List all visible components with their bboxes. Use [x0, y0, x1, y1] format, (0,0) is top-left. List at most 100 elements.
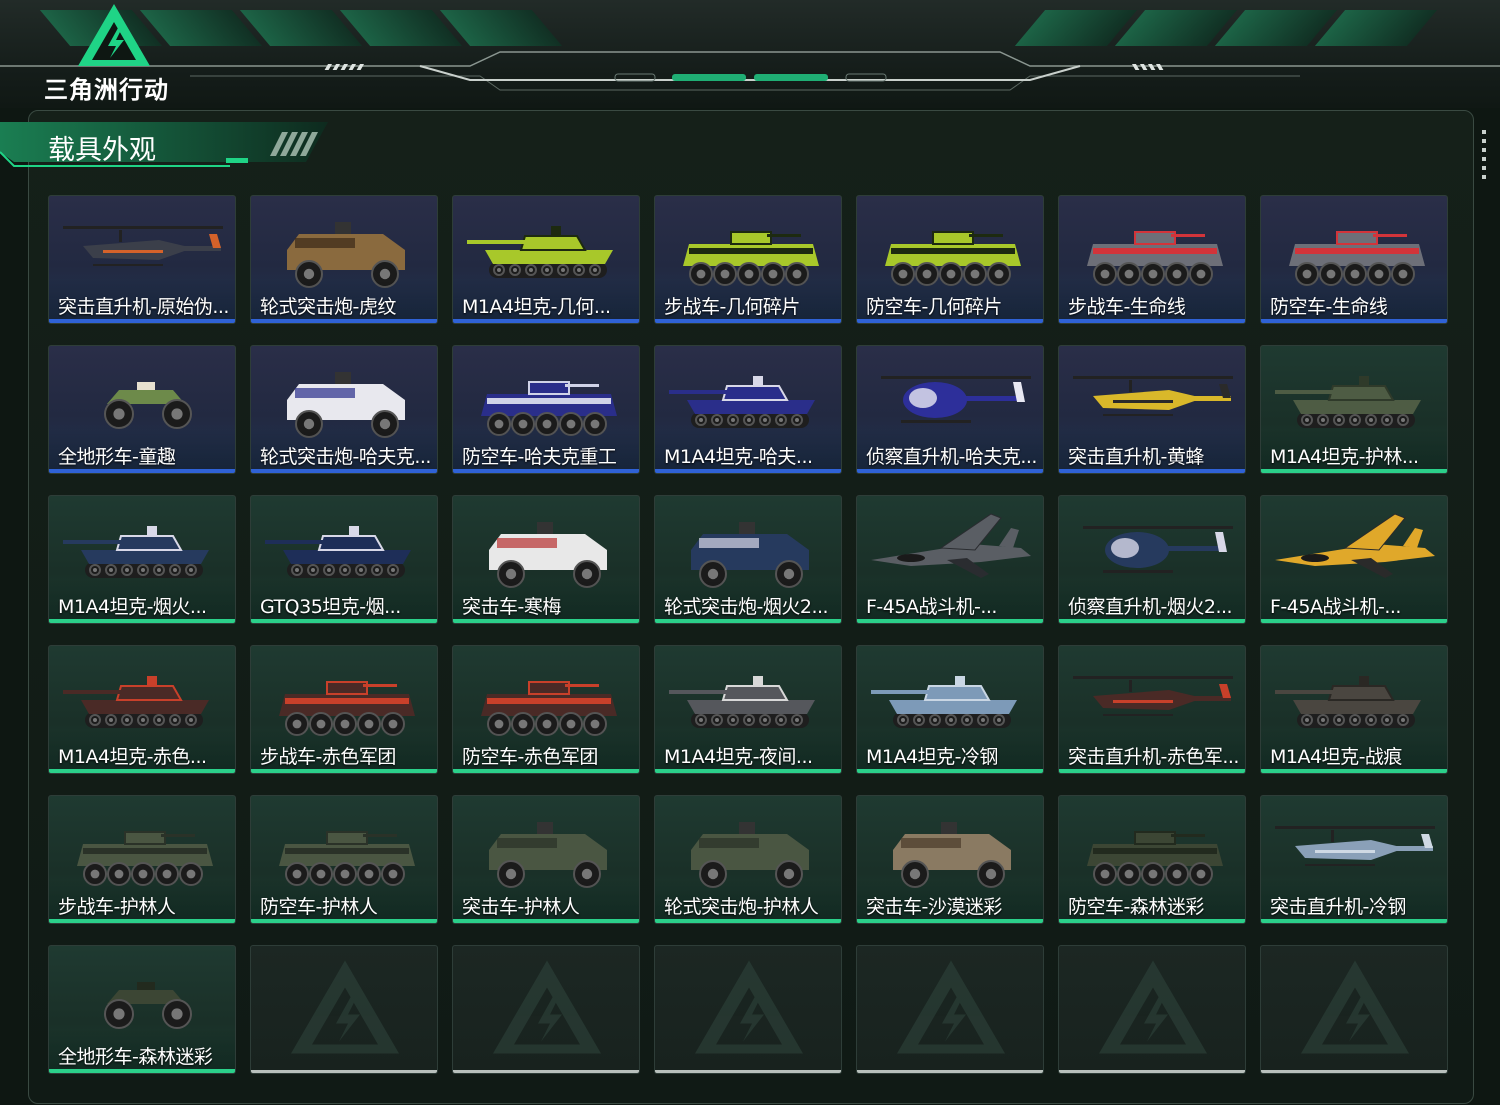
vehicle-skin-card[interactable]: M1A4坦克-赤色... — [48, 645, 236, 774]
vehicle-skin-card[interactable]: M1A4坦克-护林... — [1260, 345, 1448, 474]
vehicle-skin-card[interactable]: 突击车-沙漠迷彩 — [856, 795, 1044, 924]
vehicle-skin-label: 轮式突击炮-护林人 — [664, 896, 819, 918]
armored-car-icon — [287, 222, 405, 288]
vehicle-skin-label: 防空车-哈夫克重工 — [462, 446, 617, 468]
vehicle-skin-label: F-45A战斗机-... — [866, 596, 997, 618]
vehicle-skin-card[interactable]: 突击车-寒梅 — [452, 495, 640, 624]
rarity-bar — [655, 619, 841, 623]
jet-icon — [1275, 513, 1435, 578]
vehicle-skin-card[interactable]: 防空车-护林人 — [250, 795, 438, 924]
ifv-icon — [1087, 231, 1223, 286]
vehicle-skin-card[interactable]: 突击直升机-冷钢 — [1260, 795, 1448, 924]
vehicle-skin-card[interactable]: 突击直升机-赤色军... — [1058, 645, 1246, 774]
section-title: 载具外观 — [48, 135, 156, 166]
vehicle-skin-card[interactable]: 防空车-几何碎片 — [856, 195, 1044, 324]
vehicle-skin-card[interactable]: M1A4坦克-烟火... — [48, 495, 236, 624]
vehicle-skin-label: F-45A战斗机-... — [1270, 596, 1401, 618]
armored-car-icon — [893, 822, 1011, 888]
vehicle-skin-card[interactable]: GTQ35坦克-烟... — [250, 495, 438, 624]
ifv-icon — [1087, 831, 1223, 886]
rarity-bar — [453, 1070, 639, 1073]
vehicle-skin-card[interactable]: 侦察直升机-哈夫克... — [856, 345, 1044, 474]
vehicle-skin-label: 突击直升机-赤色军... — [1068, 746, 1239, 768]
armored-car-icon — [489, 822, 607, 888]
rarity-bar — [453, 319, 639, 323]
vehicle-skin-label: 全地形车-森林迷彩 — [58, 1046, 213, 1068]
vehicle-skin-card[interactable]: 全地形车-森林迷彩 — [48, 945, 236, 1074]
vehicle-skin-label: 防空车-赤色军团 — [462, 746, 598, 768]
vehicle-skin-card[interactable]: 步战车-生命线 — [1058, 195, 1246, 324]
vehicle-skin-card[interactable]: 轮式突击炮-哈夫克... — [250, 345, 438, 474]
vehicle-skin-card[interactable]: 突击直升机-黄蜂 — [1058, 345, 1246, 474]
vehicle-skin-card[interactable]: F-45A战斗机-... — [856, 495, 1044, 624]
ifv-icon — [481, 681, 617, 736]
empty-slot — [856, 945, 1044, 1074]
logo-text: 三角洲行动 — [44, 76, 169, 104]
vehicle-skin-label: 突击车-沙漠迷彩 — [866, 896, 1002, 918]
vehicle-skin-card[interactable]: 突击车-护林人 — [452, 795, 640, 924]
rarity-bar — [251, 919, 437, 923]
ifv-icon — [683, 231, 819, 286]
empty-slot — [452, 945, 640, 1074]
vehicle-skin-card[interactable]: M1A4坦克-几何... — [452, 195, 640, 324]
atv-icon — [104, 382, 192, 429]
vehicle-skin-grid: 突击直升机-原始伪... 轮式突击炮-虎纹 M1A4坦克-几何... 步战车-几… — [48, 195, 1450, 1075]
rarity-bar — [1261, 319, 1447, 323]
vehicle-skin-card[interactable]: M1A4坦克-战痕 — [1260, 645, 1448, 774]
vehicle-skin-card[interactable]: 步战车-几何碎片 — [654, 195, 842, 324]
vehicle-skin-card[interactable]: 轮式突击炮-烟火2... — [654, 495, 842, 624]
scroll-indicator[interactable] — [1482, 130, 1486, 180]
vehicle-skin-card[interactable]: M1A4坦克-哈夫... — [654, 345, 842, 474]
tank-icon — [1275, 376, 1421, 428]
vehicle-skin-label: 突击直升机-冷钢 — [1270, 896, 1406, 918]
rarity-bar — [49, 619, 235, 623]
delta-watermark-icon — [291, 960, 399, 1054]
rarity-bar — [1261, 469, 1447, 473]
vehicle-skin-card[interactable]: M1A4坦克-夜间... — [654, 645, 842, 774]
rarity-bar — [251, 769, 437, 773]
vehicle-skin-card[interactable]: 轮式突击炮-虎纹 — [250, 195, 438, 324]
rarity-bar — [49, 769, 235, 773]
helicopter-icon — [1073, 376, 1233, 416]
tank-icon — [1275, 676, 1421, 728]
delta-watermark-icon — [1301, 960, 1409, 1054]
rarity-bar — [49, 469, 235, 473]
vehicle-skin-label: M1A4坦克-赤色... — [58, 746, 207, 768]
rarity-bar — [857, 1070, 1043, 1073]
vehicle-skin-card[interactable]: 防空车-哈夫克重工 — [452, 345, 640, 474]
vehicle-skin-card[interactable]: 步战车-护林人 — [48, 795, 236, 924]
vehicle-skin-card[interactable]: M1A4坦克-冷钢 — [856, 645, 1044, 774]
helicopter-icon — [1073, 676, 1233, 716]
rarity-bar — [857, 319, 1043, 323]
ifv-icon — [1289, 231, 1425, 286]
empty-slot — [250, 945, 438, 1074]
vehicle-skin-card[interactable]: 侦察直升机-烟火2... — [1058, 495, 1246, 624]
empty-slot — [1260, 945, 1448, 1074]
vehicle-skin-label: M1A4坦克-烟火... — [58, 596, 207, 618]
rarity-bar — [1059, 469, 1245, 473]
vehicle-skin-card[interactable]: 防空车-赤色军团 — [452, 645, 640, 774]
atv-icon — [104, 982, 192, 1029]
rarity-bar — [1059, 769, 1245, 773]
vehicle-skin-card[interactable]: 突击直升机-原始伪... — [48, 195, 236, 324]
tank-icon — [63, 526, 209, 578]
rarity-bar — [857, 619, 1043, 623]
rarity-bar — [453, 619, 639, 623]
vehicle-skin-card[interactable]: 防空车-森林迷彩 — [1058, 795, 1246, 924]
ifv-icon — [77, 831, 213, 886]
vehicle-skin-card[interactable]: 步战车-赤色军团 — [250, 645, 438, 774]
helicopter-icon — [1275, 826, 1435, 866]
vehicle-skin-label: GTQ35坦克-烟... — [260, 596, 401, 618]
vehicle-skin-label: 步战车-护林人 — [58, 896, 176, 918]
delta-watermark-icon — [897, 960, 1005, 1054]
rarity-bar — [251, 619, 437, 623]
vehicle-skin-label: M1A4坦克-几何... — [462, 296, 611, 318]
jet-icon — [871, 513, 1031, 578]
vehicle-skin-label: 突击车-寒梅 — [462, 596, 561, 618]
vehicle-skin-card[interactable]: 轮式突击炮-护林人 — [654, 795, 842, 924]
top-header: 三角洲行动 — [0, 0, 1500, 108]
vehicle-skin-card[interactable]: 全地形车-童趣 — [48, 345, 236, 474]
scout-heli-icon — [1083, 526, 1233, 573]
vehicle-skin-card[interactable]: 防空车-生命线 — [1260, 195, 1448, 324]
vehicle-skin-card[interactable]: F-45A战斗机-... — [1260, 495, 1448, 624]
